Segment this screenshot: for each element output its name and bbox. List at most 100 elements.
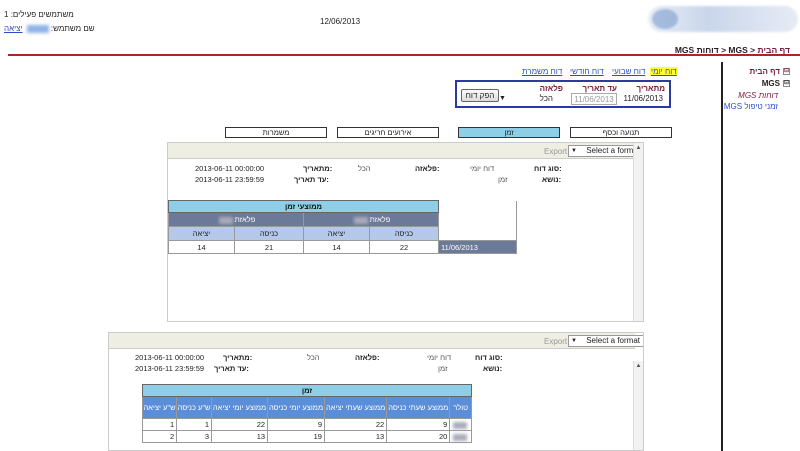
report-toolbar: Export ▼ Select a format [109, 333, 643, 349]
to-date-value: 2013-06-11 23:59:59 [135, 364, 205, 373]
to-date-field[interactable]: 11/06/2013 [571, 93, 617, 105]
active-users-count: 1 [4, 10, 9, 19]
report-viewer-1: Export ▼ Select a format ▲ סוג דוח: דוח … [167, 142, 644, 322]
group-header: פלאזת [302, 212, 440, 227]
report-viewer-2: Export ▼ Select a format ▲ סוג דוח: דוח … [108, 332, 644, 451]
export-label: Export [544, 337, 568, 346]
station-label: פלאזה: [355, 353, 380, 362]
export-format-select[interactable]: ▼ Select a format [568, 335, 643, 347]
tab-shifts[interactable]: משמרות [225, 127, 327, 138]
column-header: ממוצע שעתי כניסה [386, 396, 451, 419]
to-date-label: עד תאריך: [294, 175, 329, 184]
table-row: 14 21 14 22 11/06/2013 [168, 240, 517, 254]
from-date-value: 2013-06-11 00:00:00 [195, 164, 265, 173]
logout-link[interactable]: יציאה [4, 24, 23, 33]
scroll-up-icon[interactable]: ▲ [635, 145, 642, 152]
chevron-down-icon: ▼ [571, 148, 577, 154]
tab-exceptional-events[interactable]: אירועים חריגים [337, 127, 439, 138]
table-cell: 14 [168, 240, 235, 254]
sidebar-item-home[interactable]: דף הבית ⊟ [749, 67, 790, 76]
sidebar-item-mgs[interactable]: MGS ⊟ [762, 79, 790, 88]
active-users: משתמשים פעילים: 1 [4, 10, 74, 19]
sidebar-divider [721, 62, 723, 451]
table-cell: 14 [302, 240, 370, 254]
produce-report-button[interactable]: הפק דוח [461, 89, 499, 102]
active-users-label: משתמשים פעילים: [10, 10, 74, 19]
group-header: פלאזת [168, 212, 304, 227]
report-type-label: סוג דוח: [534, 164, 562, 173]
scroll-up-icon[interactable]: ▲ [635, 363, 642, 370]
table-cell: 2 [141, 430, 178, 443]
column-header: ש"ע כניסה [176, 396, 213, 419]
column-header: ש"ע יציאה [141, 396, 178, 419]
user-info: שם משתמש: יציאה [4, 24, 95, 33]
toller-redacted [449, 418, 472, 431]
row-date: 11/06/2013 [438, 240, 517, 254]
collapse-icon[interactable]: ⊟ [783, 68, 790, 76]
tab-time[interactable]: זמן [458, 127, 560, 138]
from-date-label: מתאריך [636, 84, 665, 93]
station-value: הכל [358, 164, 371, 173]
table-cell: 21 [234, 240, 304, 254]
vertical-scrollbar[interactable]: ▲ [633, 361, 643, 450]
export-label: Export [544, 147, 568, 156]
column-header: ממוצע שעתי יציאה [323, 396, 388, 419]
time-detail-table: זמן ש"ע יציאה ש"ע כניסה ממוצע יומי יציאה… [141, 384, 472, 443]
table-cell: 1 [176, 418, 213, 431]
table-cell: 22 [368, 240, 440, 254]
station-select[interactable]: ▼ הכל [497, 93, 567, 105]
subject-label: נושא: [483, 364, 503, 373]
report-type-value: דוח יומי [470, 164, 495, 173]
current-date: 12/06/2013 [320, 17, 361, 26]
station-label: פלאזה [539, 84, 563, 93]
table-cell: 13 [211, 430, 269, 443]
column-header: יציאה [168, 226, 235, 241]
header-divider [8, 54, 800, 56]
table-cell: 3 [176, 430, 213, 443]
from-date-label: מתאריך: [303, 164, 333, 173]
station-value: הכל [307, 353, 320, 362]
time-averages-table: ממוצעי זמן פלאזת פלאזת יציאה כניסה יציאה… [168, 200, 517, 254]
column-header: כניסה [234, 226, 304, 241]
from-date-label: מתאריך: [223, 353, 253, 362]
vertical-scrollbar[interactable]: ▲ [633, 143, 643, 321]
export-format-value: Select a format [586, 336, 640, 345]
report-type-value: דוח יומי [427, 353, 452, 362]
chevron-down-icon: ▼ [571, 338, 577, 344]
table-row: 1 1 22 9 22 9 [141, 418, 472, 431]
column-header: כניסה [368, 226, 440, 241]
username-label: שם משתמש: [50, 24, 95, 33]
column-header: טולר [449, 396, 472, 419]
shift-report-link[interactable]: דוח משמרת [522, 67, 562, 76]
report-toolbar: Export ▼ Select a format [168, 143, 643, 159]
report-filter-panel: מתאריך עד תאריך פלאזה 11/06/2013 11/06/2… [455, 80, 671, 108]
table-row: 2 3 13 19 13 20 [141, 430, 472, 443]
company-logo [648, 6, 798, 32]
to-date-value: 2013-06-11 23:59:59 [195, 175, 265, 184]
table-cell: 22 [323, 418, 388, 431]
column-header: ממוצע יומי כניסה [267, 396, 325, 419]
station-select-value: הכל [539, 94, 553, 103]
station-label: פלאזה: [415, 164, 440, 173]
username-redacted [26, 24, 49, 33]
tab-traffic-money[interactable]: תנועה וכסף [570, 127, 672, 138]
column-header: ממוצע יומי יציאה [211, 396, 269, 419]
table-cell: 1 [141, 418, 178, 431]
sidebar-item-label: MGS [761, 79, 780, 88]
sidebar-item-mgs-reports[interactable]: MGS דוחות [738, 91, 778, 100]
to-date-label: עד תאריך [582, 84, 618, 93]
weekly-report-link[interactable]: דוח שבועי [612, 67, 645, 76]
table-cell: 9 [386, 418, 451, 431]
monthly-report-link[interactable]: דוח חודשי [570, 67, 604, 76]
sidebar-item-mgs-treatment-times[interactable]: MGS זמני טיפול [724, 102, 778, 111]
chevron-down-icon: ▼ [499, 95, 506, 102]
collapse-icon[interactable]: ⊟ [783, 80, 790, 88]
to-date-label: עד תאריך: [214, 364, 249, 373]
from-date-value: 2013-06-11 00:00:00 [135, 353, 205, 362]
daily-report-link[interactable]: דוח יומי [650, 67, 678, 76]
table-title: זמן [142, 384, 472, 397]
from-date-field[interactable]: 11/06/2013 [621, 93, 665, 105]
table-cell: 19 [267, 430, 325, 443]
table-cell: 20 [386, 430, 451, 443]
toller-redacted [449, 430, 472, 443]
